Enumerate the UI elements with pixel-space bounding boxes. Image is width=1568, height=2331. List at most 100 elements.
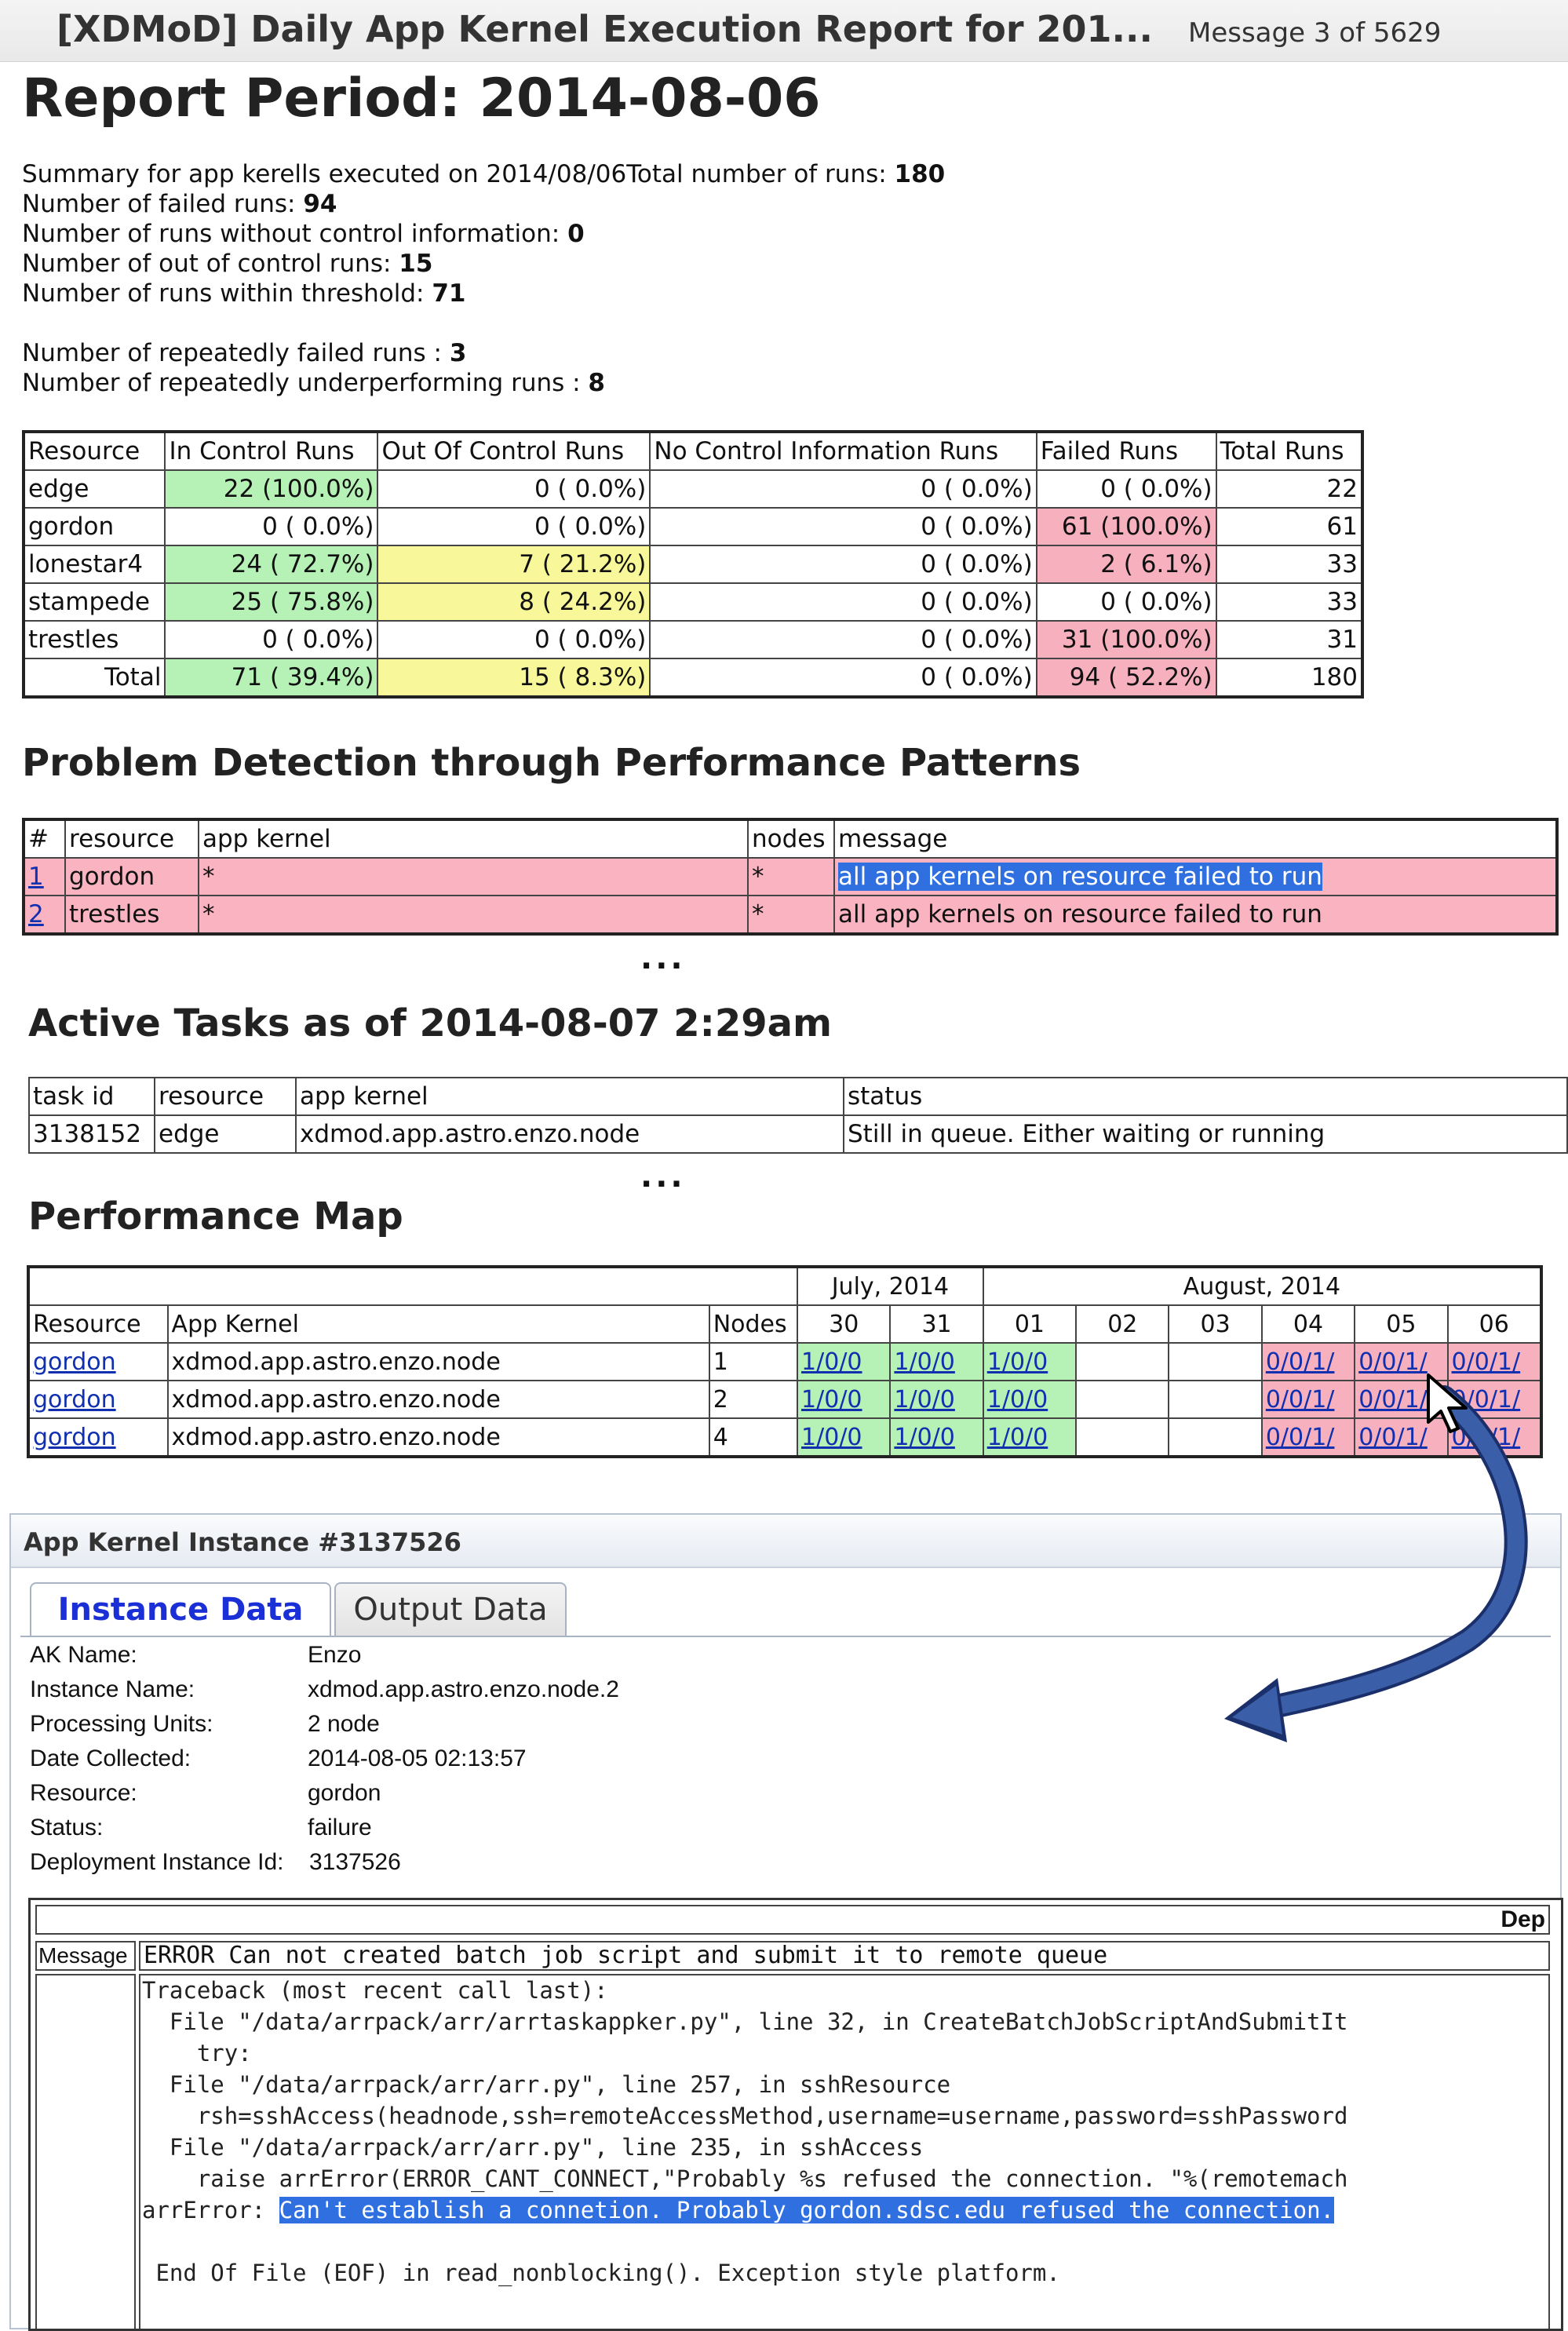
- day-cell-empty: [1075, 1417, 1170, 1457]
- header-resource: resource: [64, 819, 199, 859]
- output-detail-box: Dep Message ERROR Can not created batch …: [28, 1898, 1563, 2331]
- no-control-label: Number of runs without control informati…: [22, 220, 568, 248]
- nodes-cell: 1: [708, 1342, 799, 1381]
- run-link[interactable]: 1/0/0: [801, 1348, 862, 1376]
- field-label: Processing Units:: [30, 1711, 213, 1737]
- header-task-id: task id: [28, 1077, 155, 1116]
- task-id-cell: 3138152: [28, 1114, 155, 1154]
- out-of-control-cell: 15 ( 8.3%): [377, 658, 651, 698]
- run-link[interactable]: 1/0/0: [987, 1348, 1048, 1376]
- header-day: 02: [1075, 1304, 1170, 1344]
- resource-cell: gordon: [64, 857, 199, 896]
- in-control-cell: 71 ( 39.4%): [164, 658, 379, 698]
- day-cell[interactable]: 1/0/0: [889, 1342, 984, 1381]
- resource-cell: trestles: [64, 895, 199, 935]
- nodes-cell: 4: [708, 1417, 799, 1457]
- table-row-total: Total 71 ( 39.4%) 15 ( 8.3%) 0 ( 0.0%) 9…: [22, 658, 1364, 698]
- active-tasks-header: task id resource app kernel status: [28, 1077, 1568, 1116]
- table-row: edge 22 (100.0%) 0 ( 0.0%) 0 ( 0.0%) 0 (…: [22, 469, 1364, 509]
- no-control-cell: 0 ( 0.0%): [649, 658, 1037, 698]
- resource-cell: edge: [154, 1114, 297, 1154]
- month-header-row: July, 2014 August, 2014: [27, 1266, 1543, 1306]
- day-cell-empty: [1075, 1342, 1170, 1381]
- resource-link[interactable]: gordon: [33, 1424, 116, 1451]
- no-control-cell: 0 ( 0.0%): [649, 469, 1037, 509]
- day-cell[interactable]: 1/0/0: [889, 1380, 984, 1419]
- day-cell[interactable]: 1/0/0: [797, 1417, 892, 1457]
- day-cell[interactable]: 1/0/0: [797, 1380, 892, 1419]
- run-link[interactable]: 1/0/0: [894, 1348, 954, 1376]
- summary-table-header: Resource In Control Runs Out Of Control …: [22, 431, 1364, 471]
- problem-link[interactable]: 1: [28, 863, 44, 891]
- total-cell: 180: [1215, 658, 1364, 698]
- field-label: Date Collected:: [30, 1746, 191, 1771]
- performance-map-header: Resource App Kernel Nodes 30 31 01 02 03…: [27, 1304, 1543, 1344]
- failed-cell: 0 ( 0.0%): [1035, 469, 1217, 509]
- run-link[interactable]: 1/0/0: [987, 1386, 1048, 1414]
- run-link[interactable]: 1/0/0: [987, 1424, 1048, 1451]
- field-label: Deployment Instance Id:: [30, 1849, 284, 1875]
- out-of-control-value: 15: [399, 250, 433, 278]
- total-cell: 33: [1215, 582, 1364, 622]
- out-of-control-label: Number of out of control runs:: [22, 250, 399, 278]
- header-no-control-info: No Control Information Runs: [649, 431, 1037, 471]
- day-cell[interactable]: 1/0/0: [889, 1417, 984, 1457]
- failed-cell: 61 (100.0%): [1035, 507, 1217, 546]
- table-row: stampede 25 ( 75.8%) 8 ( 24.2%) 0 ( 0.0%…: [22, 582, 1364, 622]
- field-label: Status:: [30, 1815, 104, 1840]
- resource-link[interactable]: gordon: [33, 1348, 116, 1376]
- day-cell[interactable]: 1/0/0: [797, 1342, 892, 1381]
- traceback-line: File "/data/arrpack/arr/arr.py", line 23…: [142, 2134, 924, 2161]
- error-highlight: Can't establish a connetion. Probably go…: [279, 2197, 1334, 2223]
- blank-header-cell: [27, 1266, 799, 1306]
- total-cell: 61: [1215, 507, 1364, 546]
- field-value: 3137526: [309, 1849, 401, 1875]
- resource-link-cell[interactable]: gordon: [27, 1380, 169, 1419]
- header-status: status: [843, 1077, 1568, 1116]
- problem-index-link[interactable]: 1: [23, 857, 66, 896]
- run-link[interactable]: 1/0/0: [894, 1386, 954, 1414]
- summary-line-failed: Number of failed runs: 94: [22, 190, 337, 218]
- header-out-of-control: Out Of Control Runs: [377, 431, 651, 471]
- problem-index-link[interactable]: 2: [23, 895, 66, 935]
- failed-cell: 94 ( 52.2%): [1035, 658, 1217, 698]
- day-cell[interactable]: 1/0/0: [982, 1417, 1078, 1457]
- month-august: August, 2014: [982, 1266, 1543, 1306]
- resource-link-cell[interactable]: gordon: [27, 1417, 169, 1457]
- resource-cell: lonestar4: [22, 545, 166, 584]
- day-cell[interactable]: 1/0/0: [982, 1342, 1078, 1381]
- day-cell[interactable]: 1/0/0: [982, 1380, 1078, 1419]
- header-total-runs: Total Runs: [1215, 431, 1364, 471]
- total-runs-value: 180: [894, 160, 946, 188]
- run-link[interactable]: 1/0/0: [801, 1424, 862, 1451]
- table-row: trestles 0 ( 0.0%) 0 ( 0.0%) 0 ( 0.0%) 3…: [22, 620, 1364, 659]
- summary-line-out-of-control: Number of out of control runs: 15: [22, 250, 432, 278]
- error-line: arrError: Can't establish a connetion. P…: [142, 2197, 1334, 2223]
- failed-cell: 2 ( 6.1%): [1035, 545, 1217, 584]
- failed-label: Number of failed runs:: [22, 190, 304, 218]
- run-link[interactable]: 1/0/0: [894, 1424, 954, 1451]
- nodes-cell: *: [747, 857, 835, 896]
- resource-link-cell[interactable]: gordon: [27, 1342, 169, 1381]
- summary-line-no-control: Number of runs without control informati…: [22, 220, 585, 248]
- in-control-cell: 0 ( 0.0%): [164, 507, 379, 546]
- active-tasks-title: Active Tasks as of 2014-08-07 2:29am: [28, 1001, 833, 1045]
- run-link[interactable]: 1/0/0: [801, 1386, 862, 1414]
- table-row: 2 trestles * * all app kernels on resour…: [23, 895, 1558, 935]
- email-subject: [XDMoD] Daily App Kernel Execution Repor…: [57, 8, 1153, 50]
- tab-instance-data[interactable]: Instance Data: [30, 1582, 331, 1637]
- failed-cell: 31 (100.0%): [1035, 620, 1217, 659]
- problem-link[interactable]: 2: [28, 900, 44, 928]
- app-kernel-cell: *: [198, 857, 749, 896]
- field-value: 2014-08-05 02:13:57: [308, 1746, 527, 1771]
- out-of-control-cell: 0 ( 0.0%): [377, 620, 651, 659]
- resource-cell: trestles: [22, 620, 166, 659]
- header-resource: Resource: [27, 1304, 169, 1344]
- resource-link[interactable]: gordon: [33, 1386, 116, 1414]
- message-counter: Message 3 of 5629: [1188, 17, 1442, 49]
- tab-output-data[interactable]: Output Data: [334, 1582, 567, 1637]
- out-of-control-cell: 0 ( 0.0%): [377, 507, 651, 546]
- mouse-cursor-icon: [1427, 1373, 1468, 1433]
- app-kernel-cell: xdmod.app.astro.enzo.node: [166, 1342, 710, 1381]
- curved-arrow-icon: [1224, 1385, 1528, 1742]
